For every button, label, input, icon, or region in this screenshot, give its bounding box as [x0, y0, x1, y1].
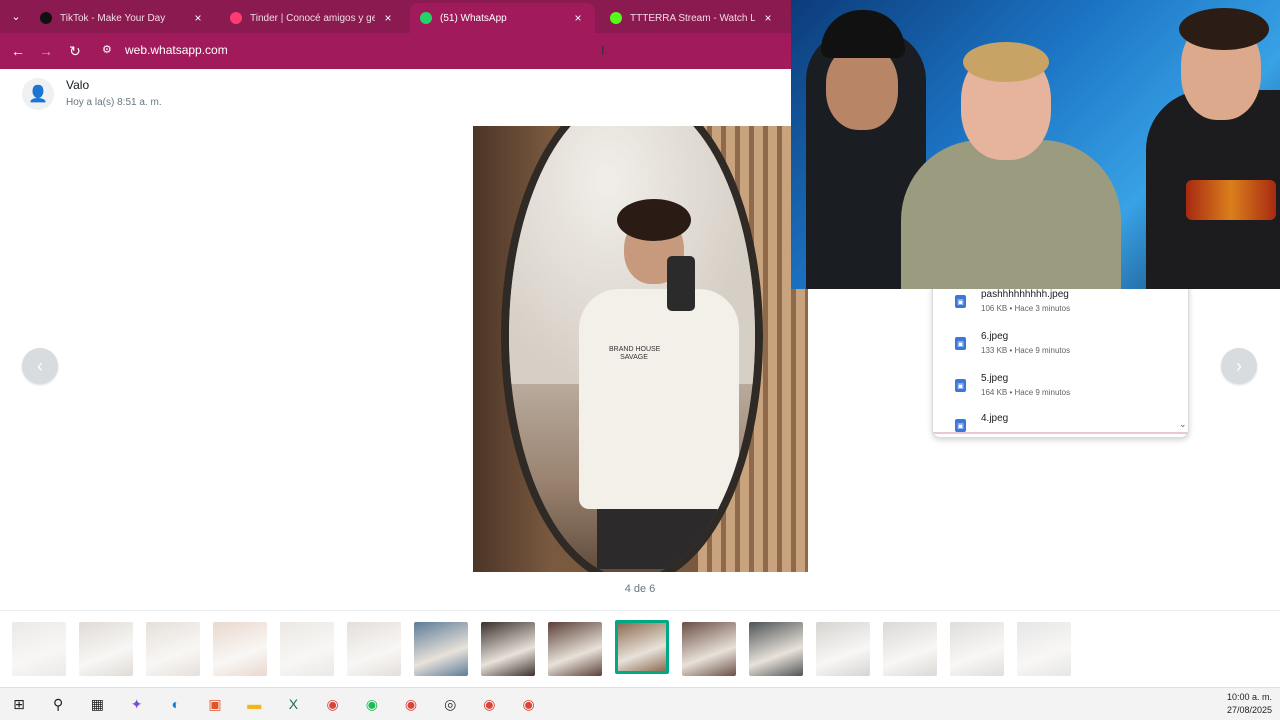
reload-icon[interactable]: ↻	[65, 41, 85, 61]
close-icon[interactable]: ×	[761, 11, 775, 25]
media-thumbnail[interactable]	[682, 622, 736, 676]
person-icon: 👤	[28, 86, 48, 103]
shirt-print: BRAND HOUSE SAVAGE	[609, 346, 661, 361]
browser-tab[interactable]: TTTERRA Stream - Watch Live o ×	[600, 3, 785, 33]
tiktok-icon	[40, 12, 52, 24]
tab-title: TTTERRA Stream - Watch Live o	[630, 12, 755, 24]
excel-icon[interactable]: X	[282, 693, 304, 715]
media-thumbnail[interactable]	[548, 622, 602, 676]
chevron-down-icon[interactable]: ⌄	[1179, 419, 1187, 430]
download-meta: 164 KB • Hace 9 minutos	[981, 388, 1071, 397]
sender-name: Valo	[66, 78, 90, 92]
close-icon[interactable]: ×	[381, 11, 395, 25]
download-meta: 133 KB • Hace 9 minutos	[981, 346, 1071, 355]
clock-date: 27/08/2025	[1226, 705, 1272, 715]
cap	[821, 10, 905, 58]
close-icon[interactable]: ×	[191, 11, 205, 25]
media-thumbnail[interactable]	[615, 620, 669, 674]
download-filename: 4.jpeg	[981, 413, 1009, 424]
windows-start-icon[interactable]: ⊞	[8, 693, 30, 715]
webcam-overlay	[791, 0, 1280, 289]
downloads-popup: ▣ pashhhhhhhhh.jpeg 106 KB • Hace 3 minuto…	[932, 280, 1189, 438]
download-item[interactable]: ▣ 6.jpeg 133 KB • Hace 9 minutos	[933, 331, 1188, 371]
download-item[interactable]: ▣ 4.jpeg	[933, 413, 1188, 437]
photo-mirror: BRAND HOUSE SAVAGE	[501, 126, 763, 572]
download-item[interactable]: ▣ 5.jpeg 164 KB • Hace 9 minutos	[933, 373, 1188, 413]
media-thumbnail[interactable]	[280, 622, 334, 676]
media-thumbnail[interactable]	[414, 622, 468, 676]
close-icon[interactable]: ×	[571, 11, 585, 25]
sender-timestamp: Hoy a la(s) 8:51 a. m.	[66, 97, 162, 108]
image-file-icon: ▣	[955, 337, 966, 350]
download-filename: 6.jpeg	[981, 331, 1009, 342]
media-thumbnail[interactable]	[1017, 622, 1071, 676]
media-thumbnail[interactable]	[950, 622, 1004, 676]
chrome-profile-icon[interactable]: ◉	[518, 693, 540, 715]
media-thumbnail[interactable]	[749, 622, 803, 676]
kick-icon	[610, 12, 622, 24]
file-explorer-icon[interactable]: ▬	[243, 693, 265, 715]
media-thumbnail[interactable]	[883, 622, 937, 676]
copilot-icon[interactable]: ✦	[126, 693, 148, 715]
site-settings-icon[interactable]: ⚙	[102, 43, 112, 56]
image-file-icon: ▣	[955, 419, 966, 432]
edge-icon[interactable]: ◐	[165, 693, 187, 715]
sender-avatar[interactable]: 👤	[22, 78, 54, 110]
whatsapp-icon	[420, 12, 432, 24]
download-filename: pashhhhhhhhh.jpeg	[981, 289, 1069, 300]
search-icon[interactable]: ⚲	[47, 693, 69, 715]
task-view-icon[interactable]: ▦	[86, 693, 108, 715]
previous-media-button[interactable]: ‹	[22, 348, 58, 384]
media-thumbnail[interactable]	[816, 622, 870, 676]
back-arrow-icon[interactable]: ←	[8, 41, 28, 61]
media-thumbnail[interactable]	[347, 622, 401, 676]
windows-taskbar: ⊞ ⚲ ▦ ✦ ◐ ▣ ▬ X ◉ ◉ ◉ ◎ ◉ ◉ 10:00 a. m. 27/08/2025	[0, 687, 1280, 720]
text-cursor-icon: I	[601, 43, 605, 58]
system-clock[interactable]: 10:00 a. m. 27/08/2025	[1227, 691, 1272, 717]
download-filename: 5.jpeg	[981, 373, 1009, 384]
spotify-icon[interactable]: ◉	[361, 693, 383, 715]
browser-tab[interactable]: (51) WhatsApp ×	[410, 3, 595, 33]
download-meta: 106 KB • Hace 3 minutos	[981, 304, 1071, 313]
media-thumbnail[interactable]	[146, 622, 200, 676]
media-thumbnail[interactable]	[481, 622, 535, 676]
chrome-icon[interactable]: ◉	[322, 693, 344, 715]
browser-tab[interactable]: Tinder | Conocé amigos y gente ×	[220, 3, 405, 33]
tab-title: TikTok - Make Your Day	[60, 12, 166, 24]
obs-icon[interactable]: ◎	[439, 693, 461, 715]
tab-title: Tinder | Conocé amigos y gente	[250, 12, 375, 24]
next-media-button[interactable]: ›	[1221, 348, 1257, 384]
chrome-profile-icon[interactable]: ◉	[478, 693, 500, 715]
downloads-progress-bar	[933, 432, 1188, 434]
chevron-left-icon: ‹	[37, 355, 43, 376]
image-file-icon: ▣	[955, 379, 966, 392]
image-file-icon: ▣	[955, 295, 966, 308]
media-thumbnail[interactable]	[213, 622, 267, 676]
media-thumbnail[interactable]	[79, 622, 133, 676]
phone-in-photo	[667, 256, 695, 311]
media-photo[interactable]: BRAND HOUSE SAVAGE	[473, 126, 808, 572]
chrome-profile-icon[interactable]: ◉	[400, 693, 422, 715]
tinder-flame-icon	[230, 12, 242, 24]
thumbnail-strip	[0, 610, 1280, 687]
media-thumbnail[interactable]	[12, 622, 66, 676]
address-bar-url[interactable]: web.whatsapp.com	[125, 43, 228, 57]
media-counter: 4 de 6	[624, 583, 656, 595]
tab-title: (51) WhatsApp	[440, 12, 507, 24]
download-item[interactable]: ▣ pashhhhhhhhh.jpeg 106 KB • Hace 3 minuto…	[933, 289, 1188, 329]
browser-tab[interactable]: TikTok - Make Your Day ×	[30, 3, 215, 33]
tab-search-chevron-icon[interactable]: ⌄	[6, 6, 26, 26]
forward-arrow-icon[interactable]: →	[36, 41, 56, 61]
chevron-right-icon: ›	[1236, 355, 1242, 376]
store-icon[interactable]: ▣	[204, 693, 226, 715]
clock-time: 10:00 a. m.	[1226, 692, 1272, 702]
